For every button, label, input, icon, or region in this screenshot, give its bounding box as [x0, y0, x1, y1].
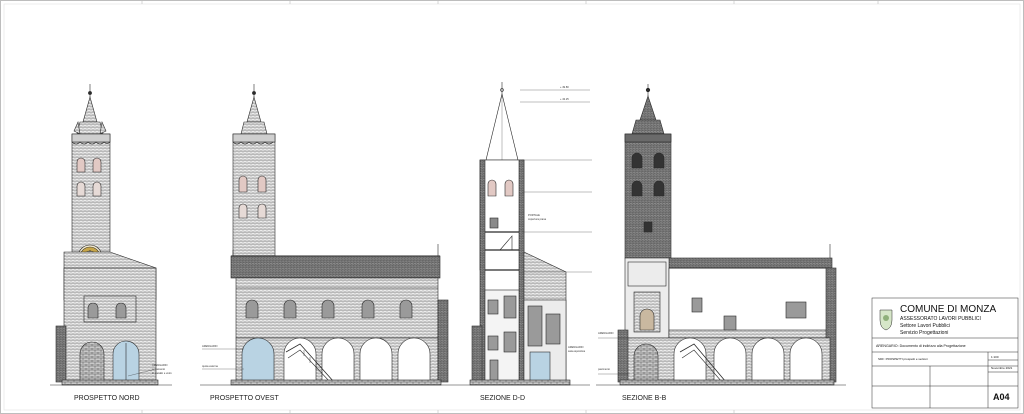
municipality-name: COMUNE DI MONZA [900, 304, 996, 315]
svg-text:copertura piana: copertura piana [528, 217, 547, 221]
drawing-scale: 1:100 [991, 355, 999, 359]
svg-text:PORTALE: PORTALE [528, 213, 540, 217]
west-elevation [200, 84, 460, 386]
drawing-sheet: ARENGARIO serramento in metallo e vetro … [0, 0, 1024, 414]
section-bb [596, 84, 846, 386]
department-name: ASSESSORATO LAVORI PUBBLICI [900, 316, 981, 322]
section-dd [460, 82, 590, 386]
section-bb-label: SEZIONE B-B [622, 395, 667, 402]
svg-text:serramento: serramento [152, 367, 166, 371]
svg-text:sala espositiva: sala espositiva [568, 349, 586, 353]
elevations-canvas: ARENGARIO serramento in metallo e vetro … [0, 0, 1024, 414]
svg-text:+ 43.25: + 43.25 [560, 97, 569, 101]
drawing-title: SDF: PROSPETTI prospetti e sezioni [878, 357, 928, 361]
west-elevation-label: PROSPETTO OVEST [210, 395, 279, 402]
drawing-date: Novembre 2021 [991, 366, 1013, 370]
svg-text:+ 49.80: + 49.80 [560, 85, 569, 89]
svg-text:ARENGARIO: ARENGARIO [568, 345, 584, 349]
project-title: ARENGARIO: Documento di indirizzo alla P… [876, 344, 966, 348]
north-elevation-label: PROSPETTO NORD [74, 395, 140, 402]
north-elevation [50, 84, 172, 386]
service-name: Servizio Progettazioni [900, 330, 948, 336]
svg-text:in metallo e vetro: in metallo e vetro [152, 371, 172, 375]
svg-text:quota esterna: quota esterna [202, 364, 218, 368]
svg-text:ARENGARIO: ARENGARIO [152, 363, 168, 367]
sector-name: Settore Lavori Pubblici [900, 323, 950, 329]
svg-text:ARENGARIO: ARENGARIO [598, 331, 614, 335]
sheet-number: A04 [993, 392, 1010, 402]
svg-text:ARENGARIO: ARENGARIO [202, 344, 218, 348]
svg-text:pavimento: pavimento [598, 367, 611, 371]
section-dd-label: SEZIONE D-D [480, 395, 525, 402]
